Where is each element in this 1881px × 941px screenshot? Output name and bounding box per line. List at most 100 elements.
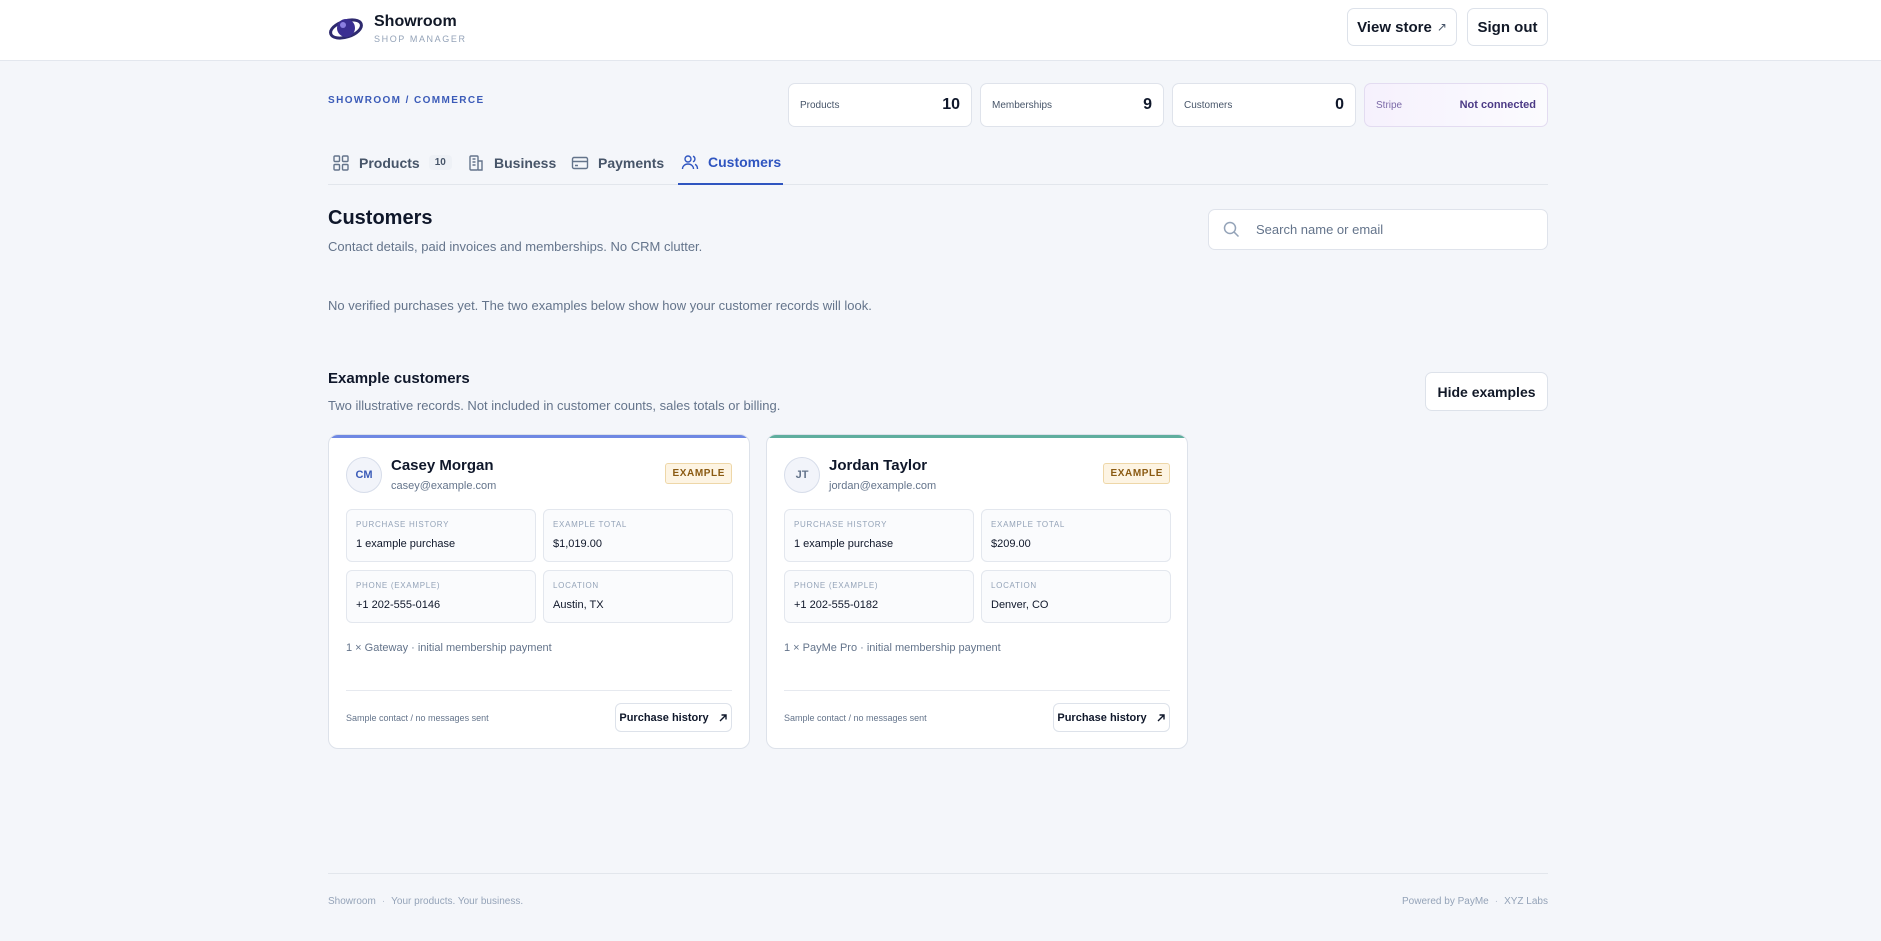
customer-name: Casey Morgan (391, 457, 494, 474)
stat-value: 10 (942, 96, 960, 113)
brand[interactable]: Showroom SHOP MANAGER (328, 10, 467, 46)
customer-email: casey@example.com (391, 480, 497, 492)
stat-value: 0 (1335, 96, 1344, 113)
field-value: 1 example purchase (356, 538, 456, 550)
purchase-history-field: PURCHASE HISTORY 1 example purchase (346, 509, 536, 562)
purchase-line-item: 1 × Gateway · initial membership payment (346, 642, 552, 654)
example-badge: EXAMPLE (1103, 463, 1170, 484)
purchase-line-item: 1 × PayMe Pro · initial membership payme… (784, 642, 1001, 654)
purchase-history-button[interactable]: Purchase history (1053, 703, 1170, 732)
card-accent-line (329, 435, 749, 438)
purchase-history-button[interactable]: Purchase history (615, 703, 732, 732)
stat-label: Customers (1184, 99, 1233, 111)
separator-dot: · (381, 896, 386, 907)
page-subtitle: Contact details, paid invoices and membe… (328, 239, 703, 254)
customer-card: JT Jordan Taylor jordan@example.com EXAM… (766, 434, 1188, 749)
card-accent-line (767, 435, 1187, 438)
example-total-field: EXAMPLE TOTAL $1,019.00 (543, 509, 733, 562)
button-label: Purchase history (1057, 711, 1147, 724)
building-icon (469, 154, 483, 171)
field-value: $209.00 (991, 538, 1031, 550)
avatar: CM (346, 457, 382, 493)
footer-brand: Showroom (328, 896, 376, 907)
footer-left: Showroom · Your products. Your business. (328, 896, 523, 907)
avatar: JT (784, 457, 820, 493)
examples-subtitle: Two illustrative records. Not included i… (328, 398, 781, 413)
phone-field: PHONE (EXAMPLE) +1 202-555-0182 (784, 570, 974, 623)
search-input[interactable] (1256, 222, 1536, 237)
stat-memberships: Memberships 9 (980, 83, 1164, 127)
grid-icon (333, 154, 349, 171)
stat-value: Not connected (1459, 99, 1536, 111)
examples-title: Example customers (328, 370, 470, 387)
view-store-button[interactable]: View store ↗ (1347, 8, 1457, 46)
hide-examples-button[interactable]: Hide examples (1425, 372, 1548, 411)
location-field: LOCATION Denver, CO (981, 570, 1171, 623)
count-badge: 10 (428, 155, 452, 170)
brand-subtitle: SHOP MANAGER (374, 34, 467, 44)
field-label: LOCATION (553, 581, 599, 590)
field-label: PHONE (EXAMPLE) (356, 581, 441, 590)
card-icon (571, 156, 589, 169)
company-link[interactable]: XYZ Labs (1504, 896, 1548, 907)
field-value: $1,019.00 (553, 538, 602, 550)
stat-stripe[interactable]: Stripe Not connected (1364, 83, 1548, 127)
arrow-up-right-icon (719, 713, 727, 721)
showroom-logo-icon (329, 18, 363, 40)
stat-label: Stripe (1376, 99, 1403, 111)
tab-customers[interactable]: Customers (678, 140, 784, 185)
tab-business[interactable]: Business (467, 140, 556, 185)
field-label: LOCATION (991, 581, 1037, 590)
tab-label: Payments (598, 154, 665, 171)
button-label: Purchase history (619, 711, 709, 724)
location-field: LOCATION Austin, TX (543, 570, 733, 623)
field-label: PURCHASE HISTORY (356, 520, 450, 529)
tab-payments[interactable]: Payments (571, 140, 664, 185)
top-bar: Showroom SHOP MANAGER View store ↗ Sign … (0, 0, 1881, 61)
field-value: Denver, CO (991, 599, 1049, 611)
customer-card: CM Casey Morgan casey@example.com EXAMPL… (328, 434, 750, 749)
footer-right: Powered by PayMe · XYZ Labs (1402, 896, 1548, 907)
tab-bar: Products 10 Business Payments Customers (328, 140, 1548, 185)
field-label: PURCHASE HISTORY (794, 520, 888, 529)
field-label: EXAMPLE TOTAL (991, 520, 1066, 529)
purchase-history-field: PURCHASE HISTORY 1 example purchase (784, 509, 974, 562)
customer-email: jordan@example.com (829, 480, 937, 492)
field-value: 1 example purchase (794, 538, 894, 550)
stat-products: Products 10 (788, 83, 972, 127)
footer-tagline: Your products. Your business. (391, 896, 524, 907)
users-icon (681, 154, 699, 169)
separator-dot: · (1494, 896, 1499, 907)
card-divider (346, 690, 732, 691)
page-title: Customers (328, 207, 433, 229)
stat-customers: Customers 0 (1172, 83, 1356, 127)
field-label: PHONE (EXAMPLE) (794, 581, 879, 590)
search-icon (1223, 221, 1240, 238)
footer-divider (328, 873, 1548, 874)
breadcrumb: SHOWROOM / COMMERCE (328, 95, 485, 106)
stat-label: Products (800, 99, 840, 111)
card-divider (784, 690, 1170, 691)
example-badge: EXAMPLE (665, 463, 732, 484)
arrow-up-right-icon (1157, 713, 1165, 721)
field-value: Austin, TX (553, 599, 604, 611)
tab-products[interactable]: Products 10 (332, 140, 452, 185)
field-value: +1 202-555-0146 (356, 599, 441, 611)
brand-name: Showroom (374, 13, 457, 30)
tab-label: Business (494, 154, 557, 171)
sample-note: Sample contact / no messages sent (784, 713, 927, 723)
tab-label: Customers (708, 153, 782, 170)
search-box[interactable] (1208, 209, 1548, 250)
sign-out-button[interactable]: Sign out (1467, 8, 1548, 46)
stat-value: 9 (1143, 96, 1152, 113)
customer-name: Jordan Taylor (829, 457, 928, 474)
field-value: +1 202-555-0182 (794, 599, 879, 611)
powered-by-link[interactable]: Powered by PayMe (1402, 896, 1489, 907)
empty-state-notice: No verified purchases yet. The two examp… (328, 298, 872, 313)
view-store-label: View store (1357, 18, 1432, 36)
phone-field: PHONE (EXAMPLE) +1 202-555-0146 (346, 570, 536, 623)
example-total-field: EXAMPLE TOTAL $209.00 (981, 509, 1171, 562)
field-label: EXAMPLE TOTAL (553, 520, 628, 529)
external-link-icon: ↗ (1436, 20, 1447, 34)
tab-label: Products (359, 154, 420, 171)
